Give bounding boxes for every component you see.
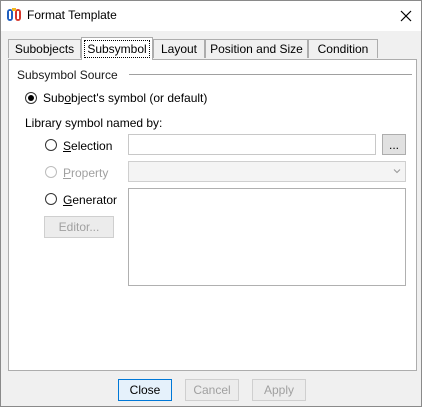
chevron-down-icon [393, 169, 401, 174]
tab-subsymbol[interactable]: Subsymbol [81, 37, 153, 60]
label-property: Property [63, 166, 109, 180]
subsymbol-source-heading: Subsymbol Source [17, 68, 118, 82]
cancel-button[interactable]: Cancel [185, 379, 239, 401]
subsymbol-panel: Subsymbol Source Subobject's symbol (or … [8, 59, 417, 371]
radio-generator[interactable] [45, 193, 57, 205]
generator-textarea[interactable] [128, 188, 406, 286]
app-logo-icon [7, 8, 21, 21]
close-button[interactable]: Close [118, 379, 172, 401]
tab-position-and-size[interactable]: Position and Size [205, 39, 308, 58]
apply-button[interactable]: Apply [252, 379, 306, 401]
close-window-button[interactable] [391, 1, 421, 31]
library-symbol-label: Library symbol named by: [25, 116, 163, 130]
radio-selection[interactable] [45, 139, 57, 151]
property-dropdown[interactable] [128, 161, 406, 182]
title-bar: Format Template [1, 1, 421, 31]
window-title: Format Template [27, 8, 117, 22]
label-subobject-symbol: Subobject's symbol (or default) [43, 91, 208, 105]
format-template-dialog: Format Template Subobjects Subsymbol Lay… [0, 0, 422, 407]
label-selection: Selection [63, 139, 113, 153]
browse-button[interactable]: ... [382, 134, 406, 155]
selection-input[interactable] [128, 134, 376, 155]
tab-layout[interactable]: Layout [153, 39, 205, 58]
radio-property[interactable] [45, 166, 57, 178]
editor-button[interactable]: Editor... [44, 216, 114, 238]
close-icon [400, 10, 412, 22]
group-divider [129, 74, 412, 75]
label-generator: Generator [63, 193, 118, 207]
tab-condition[interactable]: Condition [308, 39, 378, 58]
radio-subobject-symbol[interactable] [25, 92, 37, 104]
tab-subobjects[interactable]: Subobjects [8, 39, 81, 58]
